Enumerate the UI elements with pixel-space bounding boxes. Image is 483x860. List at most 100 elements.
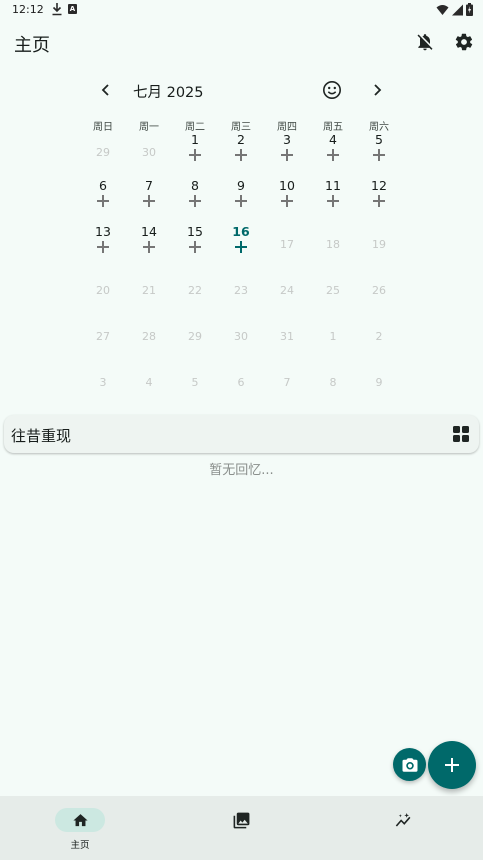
chevron-left-icon xyxy=(101,84,109,96)
signal-icon xyxy=(452,4,463,15)
day-number: 17 xyxy=(280,238,294,251)
calendar-day: 23 xyxy=(218,268,264,314)
add-entry-icon[interactable] xyxy=(235,195,247,207)
calendar-day: 21 xyxy=(126,268,172,314)
calendar-day[interactable]: 11 xyxy=(310,176,356,222)
calendar-day[interactable]: 7 xyxy=(126,176,172,222)
add-entry-icon[interactable] xyxy=(327,149,339,161)
download-icon xyxy=(52,3,62,16)
calendar-day: 24 xyxy=(264,268,310,314)
system-status-icons xyxy=(436,3,473,16)
notifications-off-icon[interactable] xyxy=(413,30,437,54)
status-time: 12:12 xyxy=(12,3,44,16)
status-bar: 12:12 A xyxy=(0,0,483,20)
calendar-day: 19 xyxy=(356,222,402,268)
previous-month-button[interactable] xyxy=(94,78,118,102)
day-number: 15 xyxy=(187,224,203,239)
day-number: 8 xyxy=(329,376,337,389)
nav-item-gallery[interactable] xyxy=(191,796,291,860)
add-entry-icon[interactable] xyxy=(143,195,155,207)
nav-icon-wrap xyxy=(216,808,266,832)
calendar-day[interactable]: 14 xyxy=(126,222,172,268)
nav-item-insights[interactable] xyxy=(353,796,453,860)
add-entry-icon[interactable] xyxy=(189,195,201,207)
day-number: 12 xyxy=(371,178,387,193)
calendar-day[interactable]: 6 xyxy=(80,176,126,222)
day-number: 3 xyxy=(283,132,291,147)
calendar-day: 6 xyxy=(218,360,264,406)
day-number: 9 xyxy=(375,376,383,389)
calendar-day[interactable]: 13 xyxy=(80,222,126,268)
mood-button[interactable] xyxy=(320,78,344,102)
calendar-day: 30 xyxy=(218,314,264,360)
smiley-icon xyxy=(323,81,341,99)
day-number: 3 xyxy=(99,376,107,389)
add-entry-icon[interactable] xyxy=(235,241,247,253)
add-entry-icon[interactable] xyxy=(327,195,339,207)
calendar-day[interactable]: 2 xyxy=(218,130,264,176)
calendar-day: 9 xyxy=(356,360,402,406)
calendar-day: 31 xyxy=(264,314,310,360)
calendar-day: 29 xyxy=(80,130,126,176)
day-number: 28 xyxy=(142,330,156,343)
day-number: 1 xyxy=(191,132,199,147)
calendar-day: 27 xyxy=(80,314,126,360)
add-entry-icon[interactable] xyxy=(189,149,201,161)
calendar-day: 8 xyxy=(310,360,356,406)
bottom-navigation: 主页 xyxy=(0,796,483,860)
calendar-day[interactable]: 8 xyxy=(172,176,218,222)
calendar-day: 20 xyxy=(80,268,126,314)
wifi-icon xyxy=(436,4,449,15)
calendar-header: 七月 2025 xyxy=(0,78,483,102)
next-month-button[interactable] xyxy=(365,78,389,102)
add-entry-icon[interactable] xyxy=(235,149,247,161)
calendar-day-today[interactable]: 16 xyxy=(218,222,264,268)
add-entry-icon[interactable] xyxy=(97,241,109,253)
day-number: 8 xyxy=(191,178,199,193)
add-entry-icon[interactable] xyxy=(97,195,109,207)
add-entry-icon[interactable] xyxy=(143,241,155,253)
day-number: 7 xyxy=(283,376,291,389)
day-number: 31 xyxy=(280,330,294,343)
day-number: 24 xyxy=(280,284,294,297)
day-number: 26 xyxy=(372,284,386,297)
calendar-day[interactable]: 12 xyxy=(356,176,402,222)
calendar-day[interactable]: 15 xyxy=(172,222,218,268)
day-number: 2 xyxy=(237,132,245,147)
day-number: 6 xyxy=(237,376,245,389)
nav-item-home[interactable]: 主页 xyxy=(30,796,130,860)
calendar-day[interactable]: 4 xyxy=(310,130,356,176)
add-entry-button[interactable] xyxy=(428,741,476,789)
calendar-day: 26 xyxy=(356,268,402,314)
add-entry-icon[interactable] xyxy=(281,195,293,207)
day-number: 6 xyxy=(99,178,107,193)
camera-icon xyxy=(402,757,417,772)
insights-icon xyxy=(395,812,410,827)
settings-icon[interactable] xyxy=(452,30,476,54)
add-entry-icon[interactable] xyxy=(373,195,385,207)
day-number: 5 xyxy=(191,376,199,389)
add-entry-icon[interactable] xyxy=(189,241,201,253)
calendar-day[interactable]: 1 xyxy=(172,130,218,176)
home-icon xyxy=(72,813,88,826)
add-entry-icon[interactable] xyxy=(281,149,293,161)
month-label: 七月 2025 xyxy=(133,85,204,101)
memories-card[interactable]: 往昔重现 xyxy=(4,415,479,453)
memories-title: 往昔重现 xyxy=(11,427,72,445)
calendar-day[interactable]: 5 xyxy=(356,130,402,176)
calendar-day[interactable]: 10 xyxy=(264,176,310,222)
day-number: 5 xyxy=(375,132,383,147)
day-number: 2 xyxy=(375,330,383,343)
add-entry-icon[interactable] xyxy=(373,149,385,161)
camera-button[interactable] xyxy=(393,748,426,781)
day-number: 29 xyxy=(96,146,110,159)
grid-view-icon[interactable] xyxy=(453,426,469,442)
page-title: 主页 xyxy=(14,35,50,56)
calendar-day[interactable]: 3 xyxy=(264,130,310,176)
day-number: 4 xyxy=(329,132,337,147)
day-number: 10 xyxy=(279,178,295,193)
calendar-day[interactable]: 9 xyxy=(218,176,264,222)
a-badge-icon: A xyxy=(68,4,77,14)
calendar-day: 22 xyxy=(172,268,218,314)
day-number: 22 xyxy=(188,284,202,297)
